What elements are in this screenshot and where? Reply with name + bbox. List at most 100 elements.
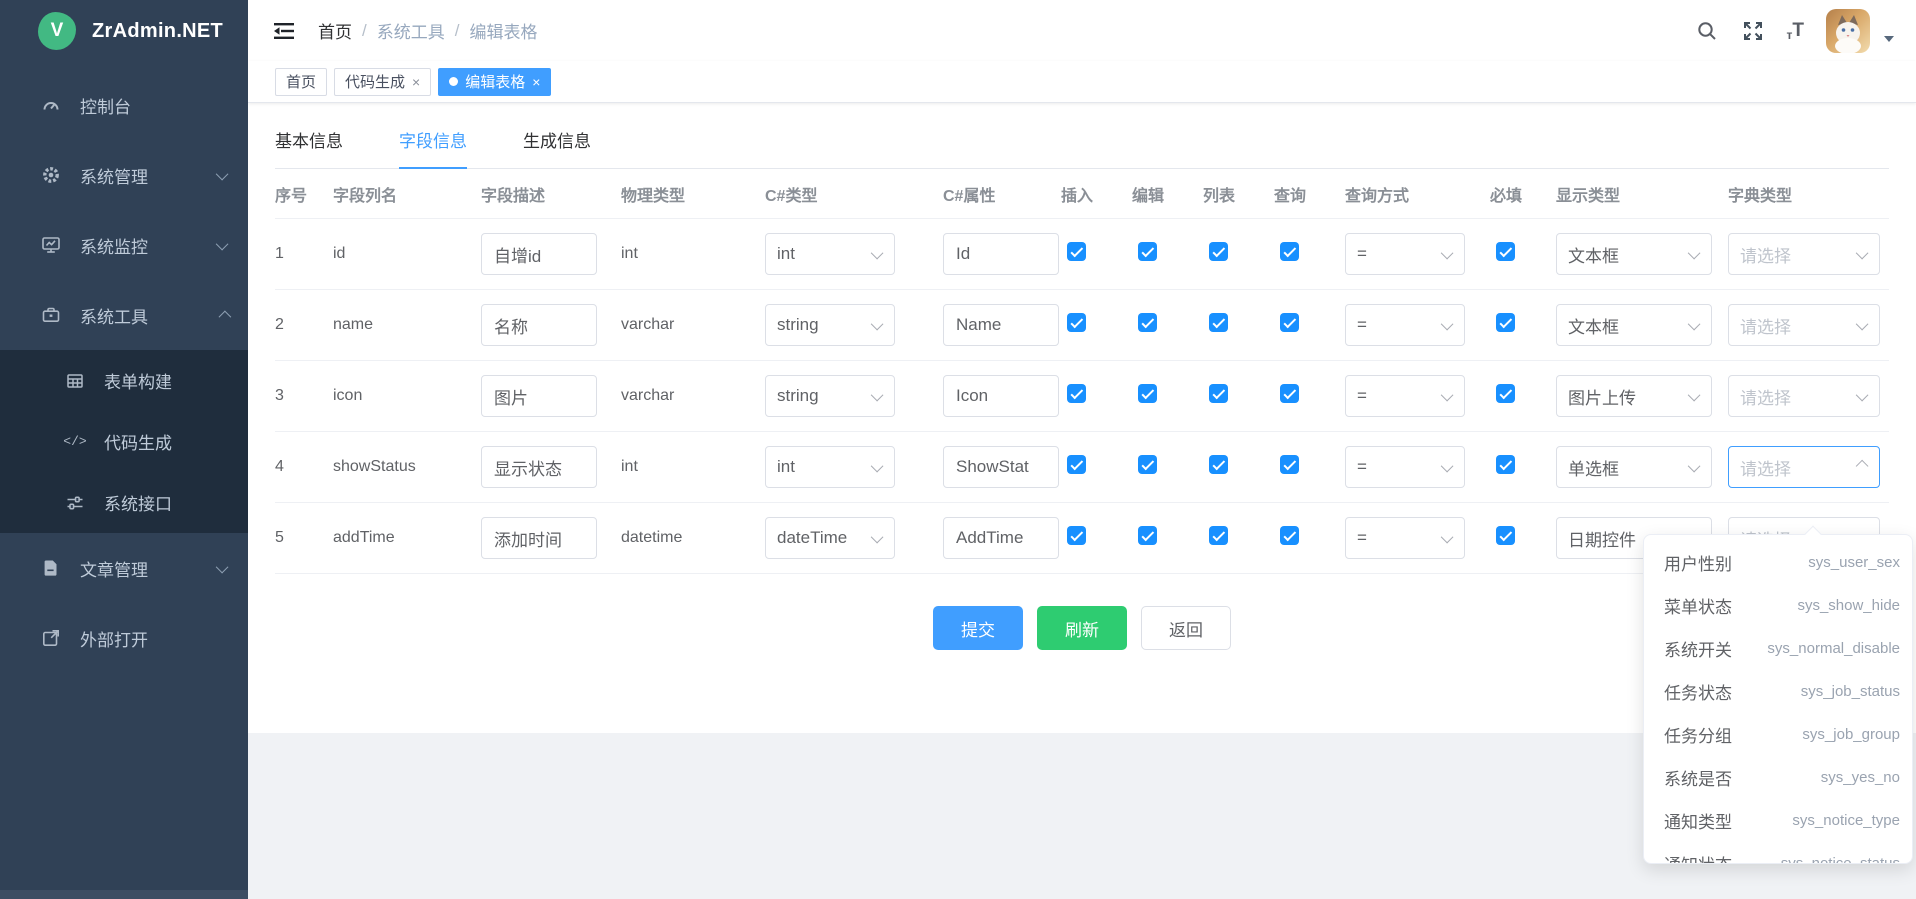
query-checkbox[interactable]: [1280, 526, 1299, 545]
edit-checkbox[interactable]: [1138, 313, 1157, 332]
breadcrumb-page: 编辑表格: [469, 18, 537, 43]
dict-type-select[interactable]: 请选择: [1728, 304, 1880, 346]
submit-button[interactable]: 提交: [933, 606, 1023, 650]
query-type-select[interactable]: =: [1345, 446, 1465, 488]
avatar[interactable]: [1826, 9, 1870, 53]
cs-type-select[interactable]: string: [765, 375, 895, 417]
sidebar-item-code-generator[interactable]: </> 代码生成: [0, 411, 248, 472]
query-type-select[interactable]: =: [1345, 375, 1465, 417]
edit-checkbox[interactable]: [1138, 455, 1157, 474]
cs-attr-input[interactable]: [943, 375, 1059, 417]
field-desc-input[interactable]: [481, 233, 597, 275]
breadcrumb-home[interactable]: 首页: [318, 18, 352, 43]
sidebar-item-label: 系统管理: [80, 163, 219, 188]
insert-checkbox[interactable]: [1067, 455, 1086, 474]
table-row: 2 name varchar string = 文本框 请选择: [275, 290, 1889, 361]
display-type-select[interactable]: 文本框: [1556, 304, 1712, 346]
dropdown-option[interactable]: 任务状态sys_job_status: [1644, 670, 1912, 713]
dict-type-select[interactable]: 请选择: [1728, 233, 1880, 275]
list-checkbox[interactable]: [1209, 313, 1228, 332]
chevron-down-icon: [1688, 317, 1701, 330]
sidebar-item-external-link[interactable]: 外部打开: [0, 603, 248, 673]
table-row: 3 icon varchar string = 图片上传 请选择: [275, 361, 1889, 432]
insert-checkbox[interactable]: [1067, 313, 1086, 332]
tab-basic-info[interactable]: 基本信息: [275, 127, 343, 169]
refresh-button[interactable]: 刷新: [1037, 606, 1127, 650]
dropdown-option[interactable]: 用户性别sys_user_sex: [1644, 541, 1912, 584]
sidebar-item-form-builder[interactable]: 表单构建: [0, 350, 248, 411]
field-desc-input[interactable]: [481, 375, 597, 417]
sidebar-item-article-admin[interactable]: 文章管理: [0, 533, 248, 603]
dropdown-option[interactable]: 通知状态sys_notice_status: [1644, 842, 1912, 864]
query-checkbox[interactable]: [1280, 242, 1299, 261]
breadcrumb-section[interactable]: 系统工具: [377, 18, 445, 43]
chevron-down-icon: [1441, 459, 1454, 472]
dict-type-select-open[interactable]: 请选择: [1728, 446, 1880, 488]
fullscreen-icon[interactable]: [1741, 19, 1765, 43]
tag-edit-table[interactable]: 编辑表格 ×: [438, 68, 551, 96]
back-button[interactable]: 返回: [1141, 606, 1231, 650]
user-menu-caret-icon[interactable]: [1884, 36, 1894, 42]
tab-generate-info[interactable]: 生成信息: [523, 127, 591, 169]
edit-checkbox[interactable]: [1138, 384, 1157, 403]
query-type-select[interactable]: =: [1345, 517, 1465, 559]
list-checkbox[interactable]: [1209, 242, 1228, 261]
tag-code-generator[interactable]: 代码生成 ×: [334, 68, 431, 96]
edit-checkbox[interactable]: [1138, 242, 1157, 261]
dropdown-option[interactable]: 通知类型sys_notice_type: [1644, 799, 1912, 842]
dropdown-option[interactable]: 系统是否sys_yes_no: [1644, 756, 1912, 799]
cs-type-select[interactable]: int: [765, 446, 895, 488]
sidebar-item-label: 系统接口: [104, 490, 228, 515]
display-type-select[interactable]: 单选框: [1556, 446, 1712, 488]
required-checkbox[interactable]: [1496, 242, 1515, 261]
search-icon[interactable]: [1695, 19, 1719, 43]
sidebar-toggle-icon[interactable]: [272, 19, 296, 43]
required-checkbox[interactable]: [1496, 526, 1515, 545]
insert-checkbox[interactable]: [1067, 242, 1086, 261]
chevron-down-icon: [1688, 388, 1701, 401]
query-checkbox[interactable]: [1280, 384, 1299, 403]
cs-type-select[interactable]: dateTime: [765, 517, 895, 559]
edit-checkbox[interactable]: [1138, 526, 1157, 545]
query-type-select[interactable]: =: [1345, 233, 1465, 275]
font-size-icon[interactable]: тT: [1787, 20, 1805, 42]
sidebar-item-system-api[interactable]: 系统接口: [0, 472, 248, 533]
cs-attr-input[interactable]: [943, 233, 1059, 275]
cs-attr-input[interactable]: [943, 304, 1059, 346]
sidebar-item-system-monitor[interactable]: 系统监控: [0, 210, 248, 280]
dropdown-option[interactable]: 菜单状态sys_show_hide: [1644, 584, 1912, 627]
sidebar-item-dashboard[interactable]: 控制台: [0, 70, 248, 140]
insert-checkbox[interactable]: [1067, 384, 1086, 403]
field-desc-input[interactable]: [481, 304, 597, 346]
field-desc-input[interactable]: [481, 517, 597, 559]
navbar-actions: тT: [1695, 9, 1895, 53]
dropdown-option[interactable]: 任务分组sys_job_group: [1644, 713, 1912, 756]
query-type-select[interactable]: =: [1345, 304, 1465, 346]
list-checkbox[interactable]: [1209, 526, 1228, 545]
sidebar-item-system-tools[interactable]: 系统工具: [0, 280, 248, 350]
required-checkbox[interactable]: [1496, 455, 1515, 474]
required-checkbox[interactable]: [1496, 313, 1515, 332]
close-icon[interactable]: ×: [412, 74, 420, 90]
sidebar-item-system-admin[interactable]: 系统管理: [0, 140, 248, 210]
tag-home[interactable]: 首页: [275, 68, 327, 96]
list-checkbox[interactable]: [1209, 455, 1228, 474]
field-desc-input[interactable]: [481, 446, 597, 488]
required-checkbox[interactable]: [1496, 384, 1515, 403]
display-type-select[interactable]: 文本框: [1556, 233, 1712, 275]
list-checkbox[interactable]: [1209, 384, 1228, 403]
display-type-select[interactable]: 图片上传: [1556, 375, 1712, 417]
insert-checkbox[interactable]: [1067, 526, 1086, 545]
dict-type-select[interactable]: 请选择: [1728, 375, 1880, 417]
cs-type-select[interactable]: int: [765, 233, 895, 275]
close-icon[interactable]: ×: [532, 74, 540, 90]
cs-attr-input[interactable]: [943, 517, 1059, 559]
app-logo[interactable]: V ZrAdmin.NET: [0, 0, 248, 62]
tab-field-info[interactable]: 字段信息: [399, 127, 467, 169]
query-checkbox[interactable]: [1280, 455, 1299, 474]
dropdown-option[interactable]: 系统开关sys_normal_disable: [1644, 627, 1912, 670]
query-checkbox[interactable]: [1280, 313, 1299, 332]
cs-type-select[interactable]: string: [765, 304, 895, 346]
cs-attr-input[interactable]: [943, 446, 1059, 488]
chevron-down-icon: [1688, 246, 1701, 259]
